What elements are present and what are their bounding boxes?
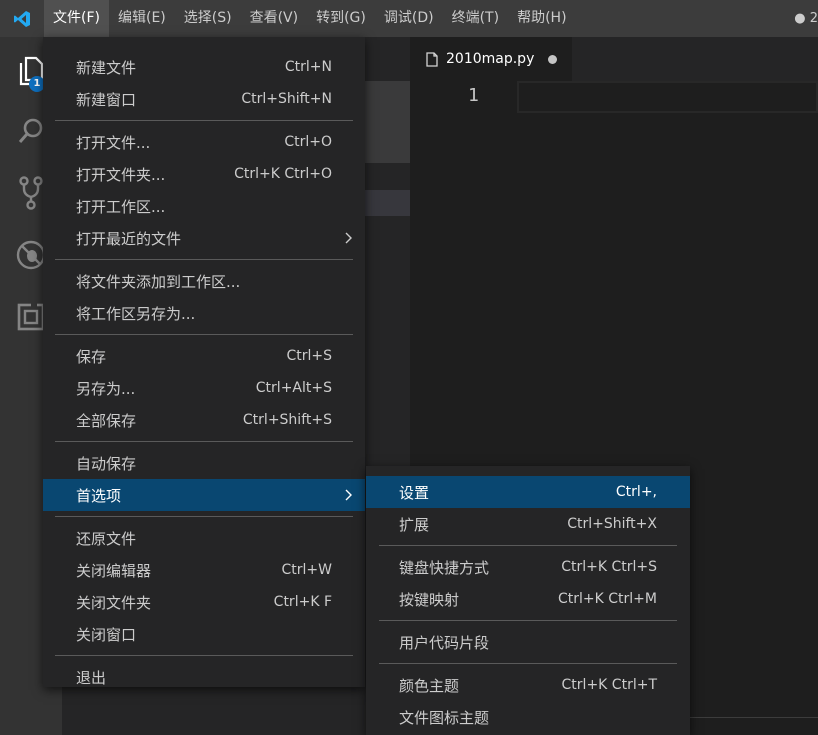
preferences-menu-item[interactable]: 设置 Ctrl+,: [366, 476, 690, 508]
preferences-menu-item-label: 按键映射: [399, 590, 460, 609]
file-menu-item-label: 关闭窗口: [76, 625, 137, 644]
file-menu-item-label: 新建窗口: [76, 90, 137, 109]
preferences-menu-item-shortcut: Ctrl+,: [615, 484, 657, 500]
file-menu-item-label: 打开工作区...: [76, 197, 166, 216]
file-menu-separator: [55, 516, 353, 517]
file-menu-item-label: 关闭编辑器: [76, 561, 152, 580]
file-menu-item[interactable]: 关闭编辑器 Ctrl+W: [43, 554, 365, 586]
file-menu-item-label: 首选项: [76, 486, 122, 505]
file-menu-item-label: 全部保存: [76, 411, 137, 430]
preferences-menu-item-shortcut: Ctrl+K Ctrl+T: [561, 677, 657, 693]
preferences-menu-item-label: 用户代码片段: [399, 633, 490, 652]
file-menu-item[interactable]: 将工作区另存为...: [43, 297, 365, 329]
file-menu-item[interactable]: 全部保存 Ctrl+Shift+S: [43, 404, 365, 436]
file-menu-item-label: 将文件夹添加到工作区...: [76, 272, 241, 291]
file-menu-item-label: 另存为...: [76, 379, 136, 398]
preferences-menu-item-label: 键盘快捷方式: [399, 558, 490, 577]
file-menu-item[interactable]: 新建文件 Ctrl+N: [43, 51, 365, 83]
preferences-menu-item[interactable]: 扩展 Ctrl+Shift+X: [366, 508, 690, 540]
preferences-menu-item-shortcut: Ctrl+Shift+X: [567, 516, 657, 532]
menu-file[interactable]: 文件(F): [44, 0, 109, 37]
menu-bar: 文件(F) 编辑(E) 选择(S) 查看(V) 转到(G) 调试(D) 终端(T…: [44, 0, 576, 37]
menu-terminal[interactable]: 终端(T): [443, 0, 508, 37]
tab-2010map[interactable]: 2010map.py: [410, 37, 572, 81]
file-menu-item[interactable]: 保存 Ctrl+S: [43, 340, 365, 372]
file-menu-item-shortcut: Ctrl+Shift+S: [242, 412, 332, 428]
file-menu-item-shortcut: Ctrl+K Ctrl+O: [234, 166, 332, 182]
file-menu-item[interactable]: 还原文件: [43, 522, 365, 554]
file-menu-item-label: 打开最近的文件: [76, 229, 182, 248]
file-menu: 新建文件 Ctrl+N 新建窗口 Ctrl+Shift+N 打开文件... Ctrl+O 打…: [43, 37, 365, 687]
preferences-menu-item-label: 设置: [399, 483, 430, 502]
file-menu-item[interactable]: 首选项: [43, 479, 365, 511]
preferences-menu-item[interactable]: 颜色主题 Ctrl+K Ctrl+T: [366, 669, 690, 701]
file-menu-item-label: 关闭文件夹: [76, 593, 152, 612]
preferences-menu-item-label: 扩展: [399, 515, 430, 534]
file-menu-separator: [55, 441, 353, 442]
current-line-highlight[interactable]: [517, 81, 818, 113]
file-menu-item[interactable]: 另存为... Ctrl+Alt+S: [43, 372, 365, 404]
tab-label: 2010map.py: [446, 51, 535, 67]
preferences-menu-separator: [379, 663, 677, 664]
file-menu-item[interactable]: 关闭窗口: [43, 618, 365, 650]
file-menu-item-shortcut: Ctrl+N: [284, 59, 332, 75]
unsaved-dot-icon[interactable]: [548, 54, 558, 64]
title-bar: 文件(F) 编辑(E) 选择(S) 查看(V) 转到(G) 调试(D) 终端(T…: [0, 0, 818, 37]
file-menu-item[interactable]: 关闭文件夹 Ctrl+K F: [43, 586, 365, 618]
file-menu-item[interactable]: 新建窗口 Ctrl+Shift+N: [43, 83, 365, 115]
preferences-menu-item[interactable]: 用户代码片段: [366, 626, 690, 658]
file-menu-item-shortcut: Ctrl+W: [281, 562, 332, 578]
file-menu-separator: [55, 120, 353, 121]
preferences-menu-item-shortcut: Ctrl+K Ctrl+S: [561, 559, 657, 575]
file-icon: [426, 51, 438, 67]
vscode-logo-icon: [0, 0, 44, 37]
file-menu-item[interactable]: 退出: [43, 661, 365, 693]
panel-divider: [690, 717, 818, 718]
file-menu-item-label: 将工作区另存为...: [76, 304, 196, 323]
preferences-menu-item[interactable]: 按键映射 Ctrl+K Ctrl+M: [366, 583, 690, 615]
file-menu-item-label: 保存: [76, 347, 107, 366]
preferences-menu-item[interactable]: 键盘快捷方式 Ctrl+K Ctrl+S: [366, 551, 690, 583]
preferences-menu-item[interactable]: 文件图标主题: [366, 701, 690, 733]
file-menu-item-label: 退出: [76, 668, 107, 687]
file-menu-item[interactable]: 将文件夹添加到工作区...: [43, 265, 365, 297]
file-menu-item-shortcut: Ctrl+Shift+N: [241, 91, 332, 107]
file-menu-item[interactable]: 自动保存: [43, 447, 365, 479]
menu-selection[interactable]: 选择(S): [175, 0, 241, 37]
file-menu-item-shortcut: Ctrl+K F: [273, 594, 332, 610]
file-menu-item-shortcut: Ctrl+S: [286, 348, 332, 364]
window-title: ● 2: [794, 11, 818, 26]
file-menu-separator: [55, 334, 353, 335]
chevron-right-icon: [345, 232, 352, 244]
file-menu-item-shortcut: Ctrl+Alt+S: [255, 380, 332, 396]
editor-tabs: 2010map.py: [410, 37, 818, 81]
preferences-menu-separator: [379, 620, 677, 621]
menu-debug[interactable]: 调试(D): [375, 0, 443, 37]
file-menu-item[interactable]: 打开最近的文件: [43, 222, 365, 254]
menu-view[interactable]: 查看(V): [241, 0, 308, 37]
file-menu-item-label: 新建文件: [76, 58, 137, 77]
chevron-right-icon: [345, 489, 352, 501]
menu-edit[interactable]: 编辑(E): [109, 0, 175, 37]
file-menu-item-shortcut: Ctrl+O: [284, 134, 332, 150]
file-menu-separator: [55, 259, 353, 260]
preferences-menu-item-shortcut: Ctrl+K Ctrl+M: [558, 591, 657, 607]
file-menu-item[interactable]: 打开工作区...: [43, 190, 365, 222]
menu-go[interactable]: 转到(G): [307, 0, 375, 37]
preferences-menu-item-label: 颜色主题: [399, 676, 460, 695]
preferences-submenu: 设置 Ctrl+, 扩展 Ctrl+Shift+X 键盘快捷方式 Ctrl+K Ctrl+…: [366, 466, 690, 735]
file-menu-item-label: 打开文件...: [76, 133, 151, 152]
file-menu-separator: [55, 655, 353, 656]
file-menu-item[interactable]: 打开文件夹... Ctrl+K Ctrl+O: [43, 158, 365, 190]
file-menu-item[interactable]: 打开文件... Ctrl+O: [43, 126, 365, 158]
preferences-menu-separator: [379, 545, 677, 546]
file-menu-item-label: 自动保存: [76, 454, 137, 473]
file-menu-item-label: 打开文件夹...: [76, 165, 166, 184]
file-menu-item-label: 还原文件: [76, 529, 137, 548]
line-number: 1: [468, 85, 479, 106]
preferences-menu-item-label: 文件图标主题: [399, 708, 490, 727]
menu-help[interactable]: 帮助(H): [508, 0, 575, 37]
